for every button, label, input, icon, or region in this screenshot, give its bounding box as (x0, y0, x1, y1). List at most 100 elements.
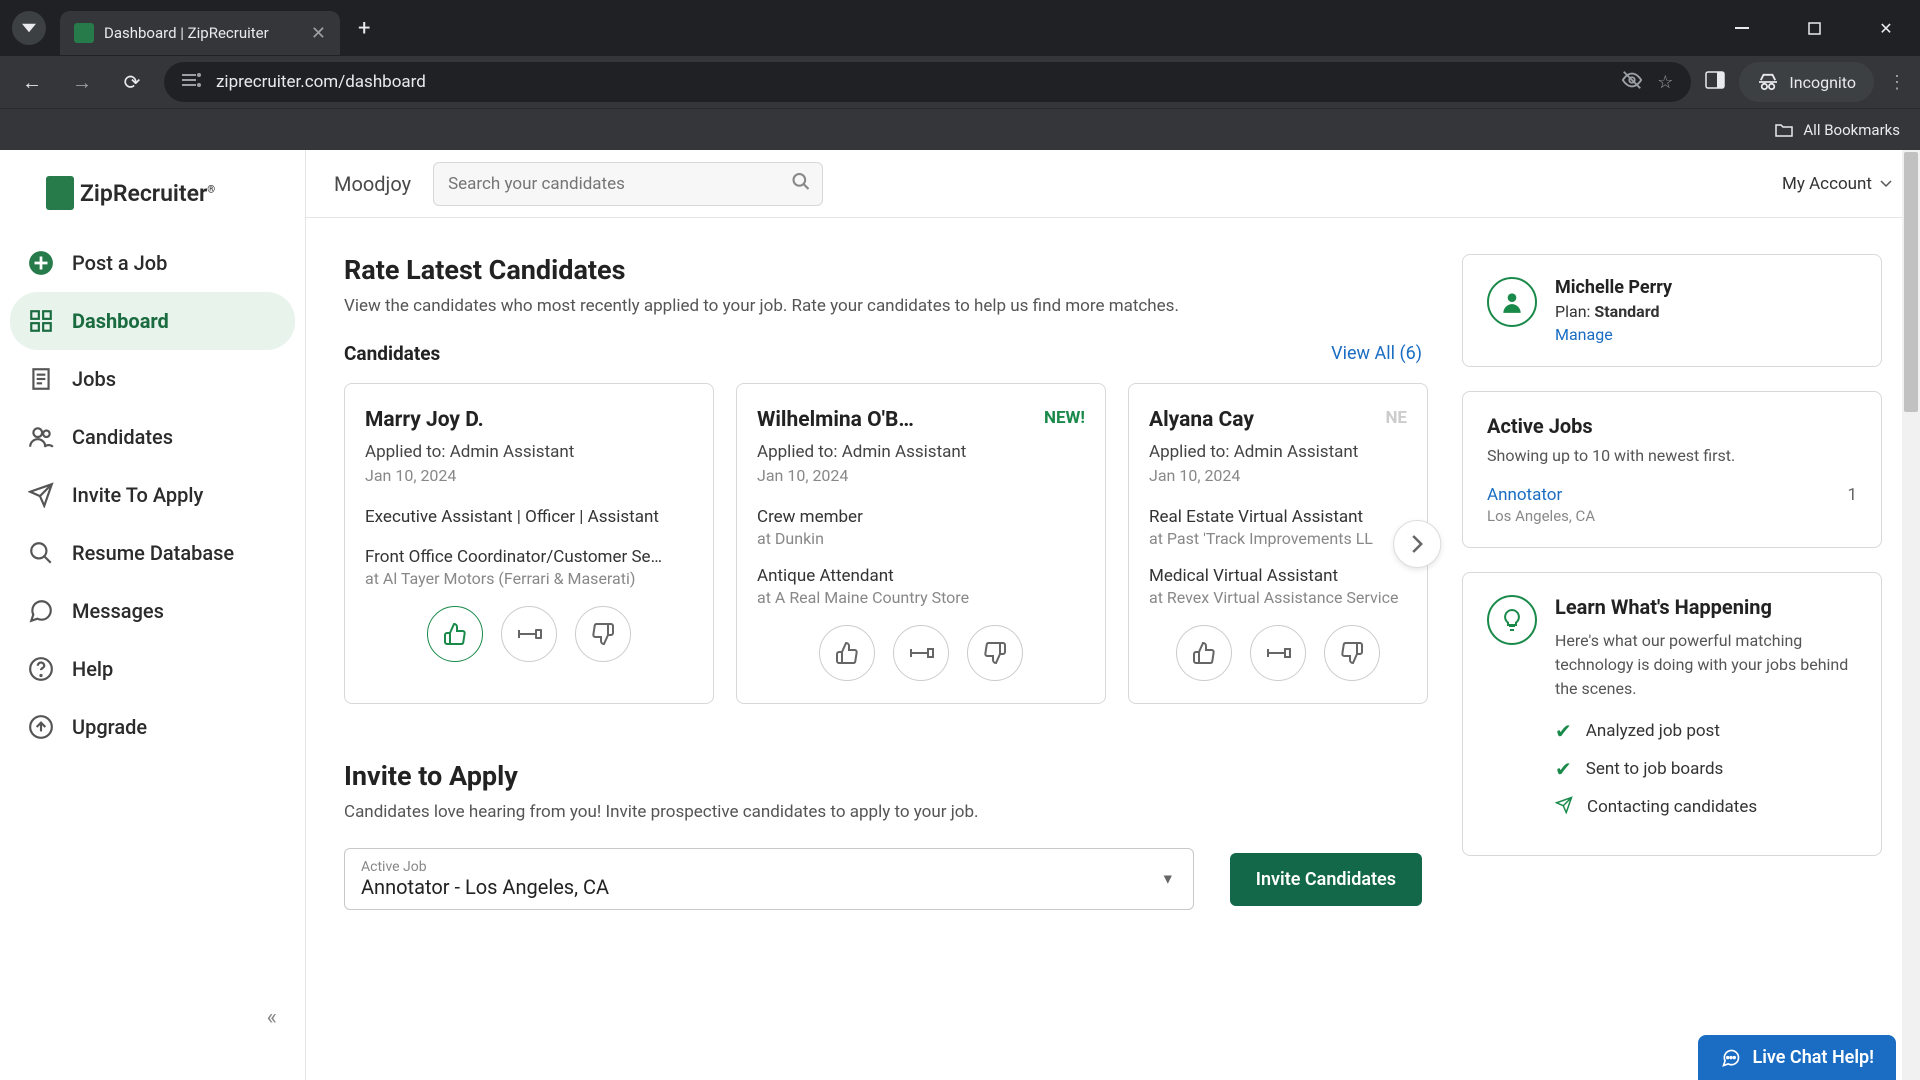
new-badge: NEW! (1044, 408, 1085, 428)
sidebar-item-label: Resume Database (72, 541, 234, 565)
scrollbar[interactable] (1902, 150, 1920, 1080)
active-jobs-panel: Active Jobs Showing up to 10 with newest… (1462, 391, 1882, 548)
all-bookmarks-button[interactable]: All Bookmarks (1775, 121, 1900, 139)
tab-title: Dashboard | ZipRecruiter (104, 24, 301, 42)
candidate-cards-row: Marry Joy D. Applied to: Admin Assistant… (344, 383, 1422, 704)
tab-close-button[interactable]: ✕ (311, 23, 326, 44)
logo[interactable]: ZipRecruiter® (10, 168, 295, 234)
thumbs-down-button[interactable] (1324, 625, 1380, 681)
users-icon (28, 424, 54, 450)
search-wrap (433, 162, 823, 206)
content-wrap: Rate Latest Candidates View the candidat… (306, 218, 1920, 1080)
sidebar-item-dashboard[interactable]: Dashboard (10, 292, 295, 350)
sidebar-item-upgrade[interactable]: Upgrade (10, 698, 295, 756)
browser-titlebar: Dashboard | ZipRecruiter ✕ + ✕ (0, 0, 1920, 56)
thumbs-up-button[interactable] (427, 606, 483, 662)
browser-tab[interactable]: Dashboard | ZipRecruiter ✕ (60, 11, 340, 55)
experience-line: Crew member (757, 507, 1085, 527)
active-job-select[interactable]: Active Job Annotator - Los Angeles, CA ▼ (344, 848, 1194, 910)
site-info-icon[interactable] (182, 71, 202, 93)
incognito-icon (1757, 73, 1779, 91)
rate-buttons (1149, 625, 1407, 681)
experience-line: Executive Assistant | Officer | Assistan… (365, 507, 693, 527)
learn-panel: Learn What's Happening Here's what our p… (1462, 572, 1882, 856)
browser-toolbar: ← → ⟳ ziprecruiter.com/dashboard ☆ Incog… (0, 56, 1920, 108)
candidates-header: Candidates View All (6) (344, 342, 1422, 365)
active-jobs-sub: Showing up to 10 with newest first. (1487, 446, 1857, 465)
select-label: Active Job (361, 859, 1177, 875)
back-button[interactable]: ← (14, 64, 50, 100)
sidebar-item-invite[interactable]: Invite To Apply (10, 466, 295, 524)
scrollbar-thumb[interactable] (1904, 152, 1918, 412)
maximize-button[interactable] (1792, 6, 1836, 50)
applied-date: Jan 10, 2024 (365, 466, 693, 485)
view-all-link[interactable]: View All (6) (1331, 343, 1422, 364)
upgrade-icon (28, 714, 54, 740)
learn-title: Learn What's Happening (1555, 595, 1857, 619)
maybe-button[interactable] (1250, 625, 1306, 681)
candidate-card: NE Alyana Cay Applied to: Admin Assistan… (1128, 383, 1428, 704)
minimize-button[interactable] (1720, 6, 1764, 50)
account-menu[interactable]: My Account (1782, 174, 1892, 194)
sidebar-item-messages[interactable]: Messages (10, 582, 295, 640)
thumbs-up-button[interactable] (819, 625, 875, 681)
search-button-icon[interactable] (791, 171, 811, 196)
bookmarks-bar: All Bookmarks (0, 108, 1920, 150)
candidate-name[interactable]: Marry Joy D. (365, 408, 693, 432)
active-jobs-title: Active Jobs (1487, 414, 1857, 438)
right-column: Michelle Perry Plan: Standard Manage Act… (1462, 254, 1882, 1080)
eye-off-icon[interactable] (1621, 69, 1643, 96)
live-chat-button[interactable]: Live Chat Help! (1698, 1035, 1896, 1080)
incognito-label: Incognito (1789, 73, 1856, 92)
candidate-card: NEW! Wilhelmina O'B… Applied to: Admin A… (736, 383, 1106, 704)
invite-row: Active Job Annotator - Los Angeles, CA ▼… (344, 848, 1422, 910)
thumbs-down-button[interactable] (967, 625, 1023, 681)
job-link[interactable]: Annotator (1487, 485, 1595, 505)
sidebar-item-label: Upgrade (72, 715, 147, 739)
candidate-name[interactable]: Alyana Cay (1149, 408, 1407, 432)
invite-section: Invite to Apply Candidates love hearing … (344, 760, 1422, 910)
maybe-button[interactable] (501, 606, 557, 662)
experience-line: Medical Virtual Assistant (1149, 566, 1407, 586)
thumbs-down-button[interactable] (575, 606, 631, 662)
sidebar-item-candidates[interactable]: Candidates (10, 408, 295, 466)
sidebar-item-jobs[interactable]: Jobs (10, 350, 295, 408)
sidebar-item-label: Post a Job (72, 251, 167, 275)
send-icon (28, 482, 54, 508)
new-tab-button[interactable]: + (358, 16, 370, 41)
sidebar-item-label: Messages (72, 599, 164, 623)
invite-subtitle: Candidates love hearing from you! Invite… (344, 802, 1422, 822)
candidate-name[interactable]: Wilhelmina O'B… (757, 408, 1085, 432)
carousel-next-button[interactable] (1393, 520, 1441, 568)
invite-candidates-button[interactable]: Invite Candidates (1230, 853, 1422, 906)
address-bar[interactable]: ziprecruiter.com/dashboard ☆ (164, 62, 1691, 102)
experience-sub: at Revex Virtual Assistance Service (1149, 588, 1407, 607)
send-icon (1555, 795, 1573, 819)
side-panel-icon[interactable] (1705, 71, 1725, 94)
browser-menu-icon[interactable]: ⋮ (1888, 72, 1906, 93)
incognito-indicator[interactable]: Incognito (1739, 62, 1874, 102)
applied-to: Applied to: Admin Assistant (757, 442, 1085, 462)
topbar: Moodjoy My Account (306, 150, 1920, 218)
search-input[interactable] (433, 162, 823, 206)
maybe-button[interactable] (893, 625, 949, 681)
profile-panel: Michelle Perry Plan: Standard Manage (1462, 254, 1882, 367)
forward-button[interactable]: → (64, 64, 100, 100)
chevron-down-icon (1880, 180, 1892, 188)
close-window-button[interactable]: ✕ (1864, 6, 1908, 50)
reload-button[interactable]: ⟳ (114, 64, 150, 100)
chat-icon (28, 598, 54, 624)
experience-sub: at Past 'Track Improvements LL (1149, 529, 1407, 548)
bookmark-star-icon[interactable]: ☆ (1657, 72, 1673, 93)
applied-date: Jan 10, 2024 (757, 466, 1085, 485)
sidebar-item-post-job[interactable]: Post a Job (10, 234, 295, 292)
sidebar-item-help[interactable]: Help (10, 640, 295, 698)
tab-search-button[interactable] (12, 11, 46, 45)
thumbs-up-button[interactable] (1176, 625, 1232, 681)
manage-link[interactable]: Manage (1555, 325, 1613, 344)
experience-sub: at Al Tayer Motors (Ferrari & Maserati) (365, 569, 693, 588)
url-text: ziprecruiter.com/dashboard (216, 72, 1607, 92)
sidebar-item-resume-db[interactable]: Resume Database (10, 524, 295, 582)
collapse-sidebar-button[interactable]: « (267, 1005, 277, 1030)
learn-list-item: ✔Analyzed job post (1555, 719, 1857, 743)
